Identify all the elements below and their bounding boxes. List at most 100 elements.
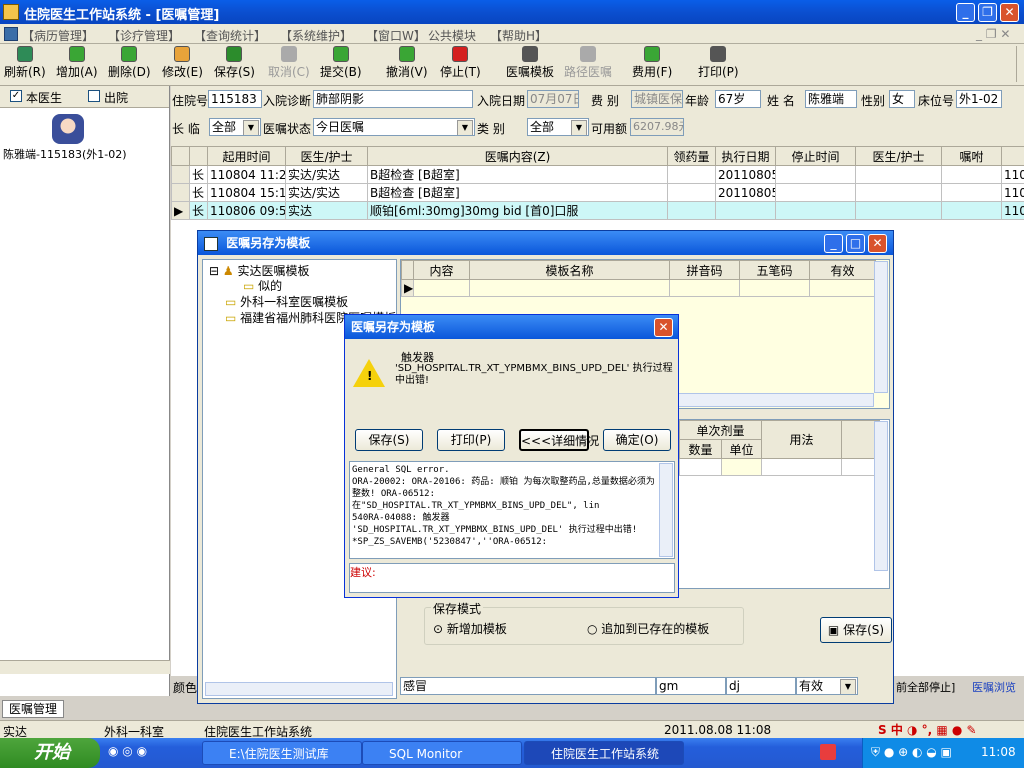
mine-checkbox[interactable]: ✓ — [10, 90, 22, 102]
orders-col-header[interactable]: 停止时间 — [775, 146, 856, 166]
fee-field[interactable]: 城镇医保 — [631, 90, 683, 108]
refresh-button[interactable]: 刷新(R) — [4, 46, 46, 84]
template-grid-vscroll[interactable] — [874, 261, 888, 393]
bottom-valid-select[interactable]: 有效 — [796, 677, 858, 695]
submit-button[interactable]: 提交(B) — [320, 46, 362, 84]
advice-field[interactable]: 建议: — [349, 563, 675, 593]
row-selector[interactable] — [171, 165, 190, 184]
add-button[interactable]: 增加(A) — [56, 46, 98, 84]
order-row[interactable]: 长110804 11:25实达/实达B超检查 [B超室] 20110805 110 — [171, 165, 1024, 184]
order-cell-tail[interactable]: 110 — [1001, 201, 1024, 220]
stop-button[interactable]: 停止(T) — [440, 46, 481, 84]
tray-icons[interactable]: ⛨ ● ⊕ ◐ ◒ ▣ — [871, 745, 952, 760]
module-tab[interactable]: 医嘱管理 — [2, 700, 64, 718]
quicklaunch-icons[interactable]: ◉ ◎ ◉ — [108, 744, 147, 758]
undo-button[interactable]: 撤消(V) — [386, 46, 428, 84]
col-content[interactable]: 内容 — [413, 260, 470, 280]
patient-avatar-icon[interactable] — [52, 114, 84, 144]
path-button[interactable]: 路径医嘱 — [564, 46, 612, 84]
menu-help[interactable]: 【帮助H】 — [490, 27, 547, 44]
orders-col-header[interactable]: 医嘱内容(Z) — [367, 146, 668, 166]
row-selector[interactable]: ▶ — [171, 201, 190, 220]
orders-col-header[interactable]: 嘱咐 — [941, 146, 1002, 166]
col-dose[interactable]: 单次剂量 — [678, 420, 763, 440]
order-cell-start[interactable]: 110804 15:11 — [207, 183, 286, 202]
mode-new-radio[interactable]: ⊙ 新增加模板 — [433, 620, 507, 637]
type-select[interactable]: 全部 — [527, 118, 589, 136]
bottom-pinyin-field[interactable]: gm — [656, 677, 726, 695]
menu-medical-record[interactable]: 【病历管理】 — [22, 27, 94, 44]
col-dose-unit[interactable]: 单位 — [720, 439, 763, 459]
discharged-checkbox[interactable] — [88, 90, 100, 102]
order-cell-tail[interactable]: 110 — [1001, 165, 1024, 184]
task-sql-monitor[interactable]: SQL Monitor — [362, 741, 522, 765]
orders-col-header[interactable]: 领药量 — [667, 146, 716, 166]
menu-system[interactable]: 【系统维护】 — [280, 27, 352, 44]
name-field[interactable]: 陈雅端 — [805, 90, 857, 108]
task-his-app[interactable]: 住院医生工作站系统 — [524, 741, 684, 765]
order-cell-flag[interactable]: 长 — [189, 165, 208, 184]
col-dose-qty[interactable]: 数量 — [679, 439, 722, 459]
orders-col-header[interactable]: 起用时间 — [207, 146, 286, 166]
col-usage[interactable]: 用法 — [761, 420, 843, 459]
template-save-button[interactable]: ▣ 保存(S) — [820, 617, 892, 643]
order-cell-stop[interactable] — [775, 183, 856, 202]
order-cell-flag[interactable]: 长 — [189, 183, 208, 202]
mdi-window-controls[interactable]: _ ❐ ✕ — [976, 27, 1010, 41]
orders-col-header[interactable]: 执行日期 — [715, 146, 776, 166]
menu-public[interactable]: 公共模块 — [428, 27, 476, 44]
order-cell-content[interactable]: B超检查 [B超室] — [367, 183, 668, 202]
order-browse-link[interactable]: 医嘱浏览 — [972, 679, 1016, 695]
print-button[interactable]: 打印(P) — [698, 46, 739, 84]
bed-field[interactable]: 外1-02 — [956, 90, 1002, 108]
order-cell-content[interactable]: B超检查 [B超室] — [367, 165, 668, 184]
order-cell-flag[interactable]: 长 — [189, 201, 208, 220]
template-button[interactable]: 医嘱模板 — [506, 46, 554, 84]
error-close-button[interactable]: ✕ — [654, 318, 673, 337]
tree-hscrollbar[interactable] — [205, 682, 393, 696]
dose-grid-vscroll[interactable] — [874, 421, 888, 571]
order-cell-note[interactable] — [941, 183, 1002, 202]
age-field[interactable]: 67岁 — [715, 90, 761, 108]
error-save-button[interactable]: 保存(S) — [355, 429, 423, 451]
menu-diagnosis[interactable]: 【诊疗管理】 — [108, 27, 180, 44]
minimize-button[interactable]: _ — [956, 3, 975, 22]
tree-node-dept[interactable]: ▭ 外科一科室医嘱模板 — [225, 293, 348, 310]
fee-button[interactable]: 费用(F) — [632, 46, 672, 84]
col-valid[interactable]: 有效 — [809, 260, 876, 280]
orders-col-header[interactable]: 医生/护士 — [285, 146, 368, 166]
patient-list-item[interactable]: 陈雅端-115183(外1-02) — [3, 146, 127, 162]
long-temp-select[interactable]: 全部 — [209, 118, 261, 136]
error-print-button[interactable]: 打印(P) — [437, 429, 505, 451]
order-cell-qty[interactable] — [667, 201, 716, 220]
delete-button[interactable]: 删除(D) — [108, 46, 151, 84]
mode-append-radio[interactable]: ○ 追加到已存在的模板 — [587, 620, 709, 637]
order-cell-qty[interactable] — [667, 165, 716, 184]
order-cell-doctor2[interactable] — [855, 183, 942, 202]
close-button[interactable]: ✕ — [1000, 3, 1019, 22]
order-cell-start[interactable]: 110806 09:59 — [207, 201, 286, 220]
orders-col-header[interactable]: 医生/护士 — [855, 146, 942, 166]
order-cell-qty[interactable] — [667, 183, 716, 202]
edit-button[interactable]: 修改(E) — [162, 46, 203, 84]
sogou-tray-icon[interactable] — [820, 744, 836, 760]
col-template-name[interactable]: 模板名称 — [469, 260, 670, 280]
order-cell-note[interactable] — [941, 165, 1002, 184]
bottom-name-field[interactable]: 感冒 — [400, 677, 656, 695]
order-state-select[interactable]: 今日医嘱 — [313, 118, 475, 136]
sex-field[interactable]: 女 — [889, 90, 915, 108]
save-button[interactable]: 保存(S) — [214, 46, 255, 84]
cancel-button[interactable]: 取消(C) — [268, 46, 310, 84]
template-minimize-button[interactable]: _ — [824, 234, 843, 253]
bottom-wubi-field[interactable]: dj — [726, 677, 796, 695]
adm-date-field[interactable]: 07月07日 — [527, 90, 579, 108]
row-selector[interactable] — [171, 183, 190, 202]
order-cell-exec[interactable]: 20110805 — [715, 183, 776, 202]
order-cell-content[interactable]: 顺铂[6ml:30mg]30mg bid [首0]口服 — [367, 201, 668, 220]
order-cell-exec[interactable] — [715, 201, 776, 220]
col-pinyin[interactable]: 拼音码 — [669, 260, 740, 280]
col-wubi[interactable]: 五笔码 — [739, 260, 810, 280]
diag-field[interactable]: 肺部阴影 — [313, 90, 473, 108]
order-cell-doctor[interactable]: 实达/实达 — [285, 183, 368, 202]
restore-button[interactable]: ❐ — [978, 3, 997, 22]
